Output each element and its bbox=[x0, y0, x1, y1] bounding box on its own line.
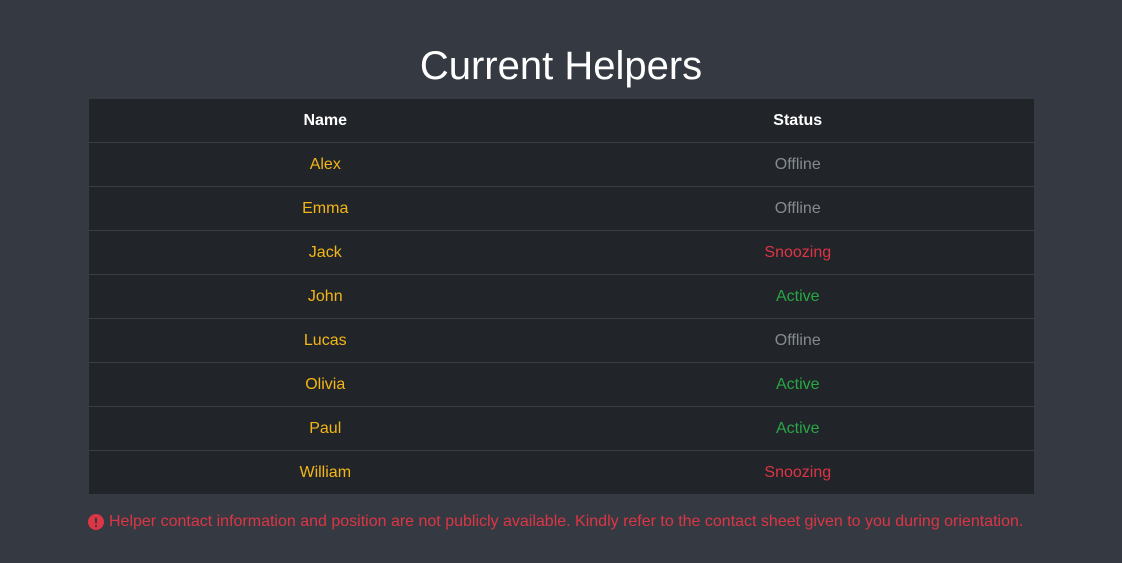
helper-name: Emma bbox=[89, 186, 562, 231]
helper-status: Offline bbox=[561, 186, 1034, 231]
helper-name: John bbox=[89, 274, 562, 319]
helper-name: William bbox=[89, 450, 562, 494]
exclamation-circle-icon bbox=[88, 514, 104, 530]
helper-name: Lucas bbox=[89, 318, 562, 363]
page-title: Current Helpers bbox=[419, 44, 703, 88]
table-row: John Active bbox=[89, 274, 1034, 319]
column-header-name: Name bbox=[303, 111, 348, 129]
helper-status: Active bbox=[561, 406, 1034, 451]
helper-status: Offline bbox=[561, 142, 1034, 187]
helpers-table: Name Status Alex Offline Emma Offline Ja… bbox=[89, 99, 1034, 494]
helper-status: Active bbox=[561, 362, 1034, 407]
column-header-status: Status bbox=[773, 111, 823, 129]
helper-status: Offline bbox=[561, 318, 1034, 363]
table-row: Emma Offline bbox=[89, 186, 1034, 231]
table-row: Jack Snoozing bbox=[89, 230, 1034, 275]
helper-status: Active bbox=[561, 274, 1034, 319]
table-row: Paul Active bbox=[89, 406, 1034, 451]
table-row: Olivia Active bbox=[89, 362, 1034, 407]
helper-name: Alex bbox=[89, 142, 562, 187]
table-row: William Snoozing bbox=[89, 450, 1034, 494]
table-row: Alex Offline bbox=[89, 142, 1034, 187]
privacy-notice-text: Helper contact information and position … bbox=[109, 513, 1024, 530]
helper-status: Snoozing bbox=[561, 230, 1034, 275]
helper-name: Jack bbox=[89, 230, 562, 275]
table-row: Lucas Offline bbox=[89, 318, 1034, 363]
table-header-row: Name Status bbox=[89, 99, 1034, 143]
helper-name: Olivia bbox=[89, 362, 562, 407]
helper-name: Paul bbox=[89, 406, 562, 451]
privacy-notice: Helper contact information and position … bbox=[88, 512, 1023, 532]
helper-status: Snoozing bbox=[561, 450, 1034, 494]
